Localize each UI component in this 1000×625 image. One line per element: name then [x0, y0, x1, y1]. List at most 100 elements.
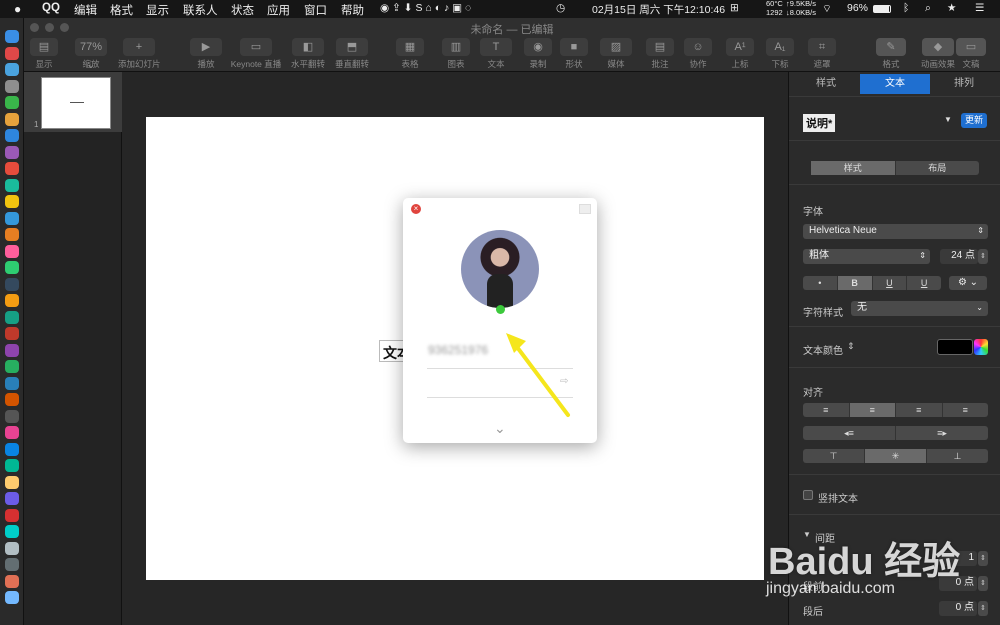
shape-icon[interactable]: ■	[560, 38, 588, 56]
animate-icon[interactable]: ◆	[922, 38, 954, 56]
qr-code-icon[interactable]	[579, 204, 591, 214]
align-top-icon[interactable]: ⊤	[803, 449, 865, 463]
space-after-stepper[interactable]: ⇕	[978, 601, 988, 616]
subtab-layout[interactable]: 布局	[896, 161, 980, 175]
flip-h-icon[interactable]: ◧	[292, 38, 324, 56]
dock-app-icon[interactable]	[5, 343, 19, 357]
font-weight-select[interactable]: 粗体 ⇕	[803, 249, 930, 264]
text-options-button[interactable]: ⚙ ⌄	[949, 276, 987, 290]
dock-app-icon[interactable]	[5, 459, 19, 472]
chevron-down-icon[interactable]: ▼	[944, 115, 952, 124]
dock-app-icon[interactable]	[5, 376, 19, 390]
toolbar-item[interactable]: + 添加幻灯片	[118, 38, 161, 70]
toolbar-item[interactable]: ⌗ 遮罩	[808, 38, 836, 70]
account-field[interactable]: 936251976	[428, 343, 488, 357]
dock-app-icon[interactable]	[5, 409, 19, 423]
zoom-window-button[interactable]	[60, 23, 69, 32]
dock-app-icon[interactable]	[5, 525, 19, 538]
menu-status[interactable]: 状态	[231, 2, 254, 18]
vertical-text-checkbox[interactable]	[803, 490, 813, 500]
star-icon[interactable]: ★	[947, 2, 956, 14]
dock-app-icon[interactable]	[5, 327, 19, 340]
toolbar-item[interactable]: ◧ 水平翻转	[290, 38, 326, 70]
text-icon[interactable]: T	[480, 38, 512, 56]
menu-window[interactable]: 窗口	[304, 2, 327, 18]
dock-app-icon[interactable]	[5, 508, 19, 522]
record-icon[interactable]: ◉	[524, 38, 552, 56]
toolbar-item[interactable]: 77% ⌄ 缩放	[70, 38, 112, 71]
align-bottom-icon[interactable]: ⊥	[927, 449, 988, 463]
dock-app-icon[interactable]	[5, 211, 19, 225]
dock-app-icon[interactable]	[5, 574, 19, 588]
decrease-indent-icon[interactable]: ◂≡	[803, 426, 896, 440]
menu-help[interactable]: 帮助	[341, 2, 364, 18]
wifi-icon[interactable]: ⌔	[822, 2, 832, 16]
subtab-style[interactable]: 样式	[811, 161, 896, 175]
toolbar-item[interactable]: ▤ 批注	[646, 38, 674, 70]
menu-apps[interactable]: 应用	[267, 2, 290, 18]
increase-indent-icon[interactable]: ≡▸	[896, 426, 988, 440]
dock-app-icon[interactable]	[5, 360, 19, 373]
align-middle-icon[interactable]: ✳	[865, 449, 927, 463]
toolbar-item[interactable]: ■ 形状	[560, 38, 588, 70]
plus-icon[interactable]: +	[123, 38, 155, 56]
toolbar-item[interactable]: ▦ 表格	[396, 38, 424, 70]
dock-app-icon[interactable]	[5, 145, 19, 159]
dock-app-icon[interactable]	[5, 195, 19, 208]
tab-style[interactable]: 样式	[793, 74, 859, 94]
dock-app-icon[interactable]	[5, 442, 19, 456]
dock-app-icon[interactable]	[5, 112, 19, 126]
dock-app-icon[interactable]	[5, 96, 19, 109]
strikethrough-button[interactable]: U	[907, 276, 941, 290]
play-icon[interactable]: ▶	[190, 38, 222, 56]
space-after-field[interactable]: 0 点	[939, 601, 977, 616]
align-right-icon[interactable]: ≡	[896, 403, 943, 417]
menu-contacts[interactable]: 联系人	[183, 2, 218, 18]
font-size-stepper[interactable]: ⇕	[978, 249, 988, 264]
text-color-well[interactable]	[937, 339, 973, 355]
minimize-window-button[interactable]	[45, 23, 54, 32]
dock-app-icon[interactable]	[5, 63, 19, 76]
menu-format[interactable]: 格式	[110, 2, 133, 18]
subscript-icon[interactable]: A₁	[766, 38, 794, 56]
dock-app-icon[interactable]	[5, 30, 19, 43]
font-family-select[interactable]: Helvetica Neue ⇕	[803, 224, 988, 239]
menu-edit[interactable]: 编辑	[74, 2, 97, 18]
char-style-select[interactable]: 无 ⌄	[851, 301, 988, 316]
battery[interactable]: 96%	[847, 2, 868, 14]
tab-arrange[interactable]: 排列	[931, 74, 997, 94]
collab-icon[interactable]: ☺	[684, 38, 712, 56]
update-button[interactable]: 更新	[961, 113, 987, 128]
superscript-icon[interactable]: A¹	[726, 38, 754, 56]
apple-menu-icon[interactable]: ●	[14, 2, 21, 16]
align-center-icon[interactable]: ≡	[849, 403, 896, 417]
toolbar-item[interactable]: T 文本	[480, 38, 512, 70]
format-icon[interactable]: ✎	[876, 38, 906, 56]
stepper-icon[interactable]: ⇕	[847, 341, 855, 352]
menu-view[interactable]: 显示	[146, 2, 169, 18]
close-icon[interactable]: ×	[411, 204, 421, 214]
clock[interactable]: 02月15日 周六 下午12:10:46	[592, 2, 725, 17]
comment-icon[interactable]: ▤	[646, 38, 674, 56]
dock-app-icon[interactable]	[5, 475, 19, 489]
dock-app-icon[interactable]	[5, 129, 19, 142]
toolbar-item[interactable]: ▭ 文稿	[956, 38, 986, 70]
toolbar-item[interactable]: ▨ 媒体	[600, 38, 632, 70]
toolbar-item[interactable]: ▤ 显示	[30, 38, 58, 70]
toolbar-item[interactable]: ⬒ 垂直翻转	[334, 38, 370, 70]
dock-app-icon[interactable]	[5, 46, 19, 60]
toolbar-item[interactable]: ▭ Keynote 直播	[230, 38, 282, 70]
dock-app-icon[interactable]	[5, 261, 19, 274]
dock-app-icon[interactable]	[5, 162, 19, 175]
dock-app-icon[interactable]	[5, 426, 19, 439]
search-icon[interactable]: ⌕	[925, 2, 931, 15]
tab-text[interactable]: 文本	[860, 74, 930, 94]
live-icon[interactable]: ▭	[240, 38, 272, 56]
media-icon[interactable]: ▨	[600, 38, 632, 56]
dock-app-icon[interactable]	[5, 294, 19, 307]
underline-button[interactable]: U	[873, 276, 908, 290]
bullet-button[interactable]: •	[803, 276, 838, 290]
dock-app-icon[interactable]	[5, 591, 19, 604]
table-icon[interactable]: ▦	[396, 38, 424, 56]
toolbar-item[interactable]: ▥ 图表	[442, 38, 470, 70]
